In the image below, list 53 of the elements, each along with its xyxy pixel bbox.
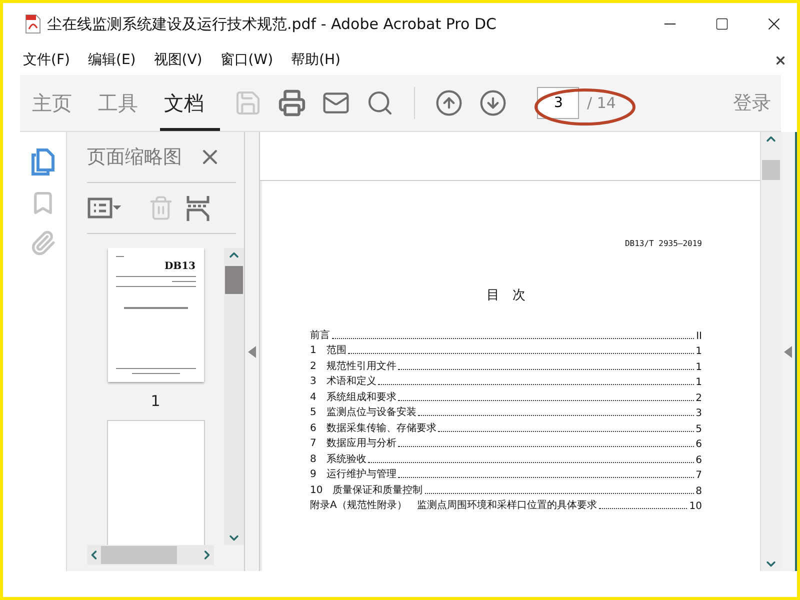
expand-icon[interactable] [784, 346, 792, 358]
toc-entry: 5 监测点位与设备安装 [310, 406, 416, 419]
toc-page-number: 10 [689, 501, 702, 512]
scroll-thumb[interactable] [762, 160, 780, 180]
paperclip-icon[interactable] [30, 230, 56, 256]
close-icon[interactable] [774, 54, 787, 66]
pdf-file-icon [25, 14, 41, 34]
collapse-icon[interactable] [248, 346, 256, 358]
page-label: 1 [150, 392, 160, 410]
toc-page-number: 1 [696, 346, 702, 357]
scrollbar[interactable] [224, 248, 244, 545]
menu-item[interactable]: 视图(V) [154, 51, 202, 69]
scroll-thumb[interactable] [225, 266, 243, 294]
toc-entry: 1 范围 [310, 344, 346, 357]
menu-item[interactable]: 窗口(W) [220, 51, 274, 69]
toc-page-number: 1 [696, 377, 702, 388]
toc-page-number: 2 [696, 392, 702, 404]
menu-item[interactable]: 帮助(H) [291, 51, 341, 69]
toc-entry: 2 规范性引用文件 [310, 360, 396, 372]
toc-entry: 4 系统组成和要求 [310, 390, 396, 404]
page-count: / 14 [587, 94, 616, 112]
window-title: 尘在线监测系统建设及运行技术规范.pdf - Adobe Acrobat Pro DC [47, 14, 498, 34]
thumbnail-text: DB13 [164, 261, 196, 272]
toc-entry: 3 术语和定义 [310, 374, 376, 388]
toc-entry: 6 数据采集传输、存储要求 [310, 422, 436, 434]
panel-title: 页面缩略图 [87, 145, 182, 170]
toc-page-number: 6 [696, 439, 702, 450]
document-code: DB13/T 2935—2019 [624, 239, 702, 248]
menu-item[interactable]: 编辑(E) [88, 51, 136, 69]
toc-page-number: 8 [696, 486, 702, 496]
toc-page-number: II [696, 330, 702, 342]
pages-icon[interactable] [30, 148, 56, 176]
toc-page-number: 6 [696, 454, 702, 466]
toc-page-number: 7 [696, 470, 702, 481]
toc-entry: 9 运行维护与管理 [310, 468, 396, 481]
options-menu-icon[interactable] [87, 196, 123, 220]
insert-page-icon[interactable] [186, 194, 210, 222]
toc-entry: 附录A（规范性附录） 监测点周围环境和采样口位置的具体要求 [310, 498, 597, 512]
toc-entry: 前言 [310, 328, 330, 342]
document-title: 目 次 [486, 287, 526, 304]
toc-page-number: 3 [696, 408, 702, 419]
page-thumbnail[interactable] [106, 420, 204, 545]
toc-page-number: 1 [696, 362, 702, 372]
scrollbar[interactable] [760, 132, 781, 571]
toc-entry: 10 质量保证和质量控制 [310, 484, 423, 496]
maximize-icon[interactable] [715, 17, 729, 31]
page-thumbnail[interactable]: DB13 [108, 248, 204, 382]
toc-entry: 8 系统验收 [310, 452, 366, 466]
scrollbar[interactable] [87, 545, 214, 565]
toc-entry: 7 数据应用与分析 [310, 436, 396, 450]
menu-item[interactable]: 文件(F) [23, 51, 70, 69]
toc-page-number: 5 [696, 424, 702, 434]
scroll-thumb[interactable] [101, 546, 177, 564]
